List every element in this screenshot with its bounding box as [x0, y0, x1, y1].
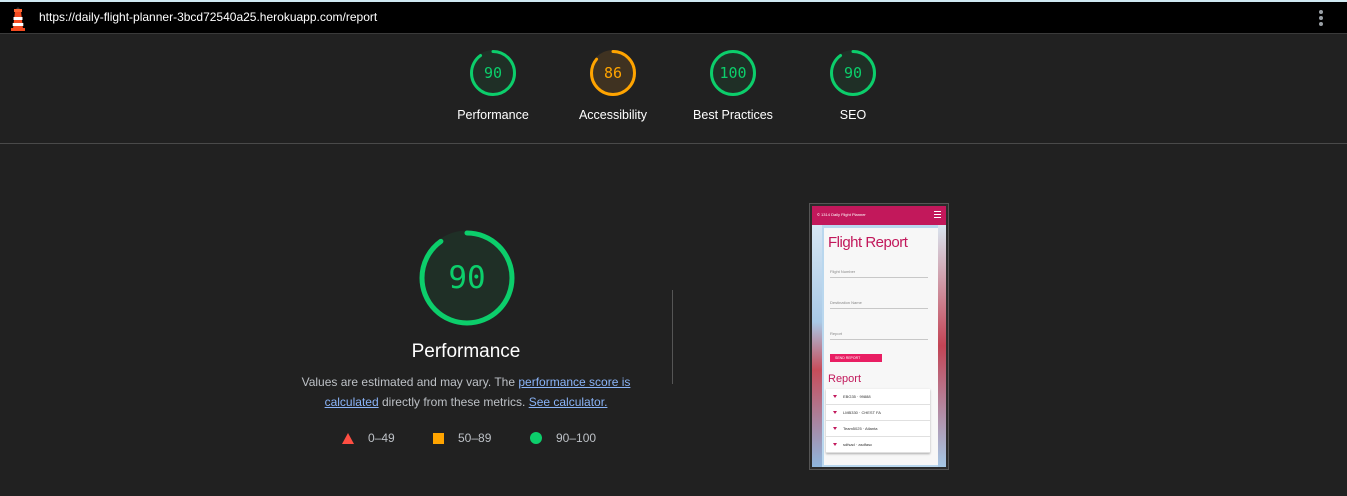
phone-screenshot: © 1314 Daily Flight Planner Flight Repor…: [812, 206, 946, 467]
chevron-down-icon: [833, 395, 837, 398]
square-icon: [433, 432, 444, 444]
chevron-down-icon: [833, 411, 837, 414]
field-destination: Destination Name: [830, 300, 928, 309]
gauge-score: 90: [844, 64, 862, 82]
final-screenshot[interactable]: © 1314 Daily Flight Planner Flight Repor…: [809, 203, 949, 470]
chevron-down-icon: [833, 443, 837, 446]
lighthouse-icon: [11, 7, 25, 31]
legend-range: 90–100: [556, 431, 597, 445]
see-calculator-link[interactable]: See calculator.: [529, 395, 608, 409]
app-bar: © 1314 Daily Flight Planner: [812, 206, 946, 225]
performance-title: Performance: [411, 341, 521, 362]
send-report-button: SEND REPORT: [830, 354, 882, 362]
gauge-score: 90: [484, 64, 502, 82]
list-item: EBG35 · 99888: [826, 389, 930, 405]
legend-average: 50–89: [433, 431, 491, 445]
gauge-ring: 86: [590, 50, 636, 96]
gauge-score: 100: [719, 64, 746, 82]
list-item-text: LMB330 · CHEST FA: [843, 410, 881, 415]
gauge-performance[interactable]: 90 Performance: [433, 48, 553, 122]
list-item: sdfsad · asdfasc: [826, 437, 930, 453]
gauge-best-practices[interactable]: 100 Best Practices: [673, 48, 793, 122]
triangle-icon: [342, 432, 354, 444]
gauge-label: Accessibility: [578, 108, 648, 122]
list-item-text: Team5025 · Atlanta: [843, 426, 878, 431]
report-list: EBG35 · 99888 LMB330 · CHEST FA Team5025…: [826, 389, 930, 453]
gauge-label: Performance: [457, 108, 529, 122]
list-item: Team5025 · Atlanta: [826, 421, 930, 437]
list-item-text: EBG35 · 99888: [843, 394, 871, 399]
kebab-menu-icon[interactable]: [1313, 8, 1329, 28]
field-report: Report: [830, 331, 928, 340]
divider: [672, 290, 673, 384]
app-title: © 1314 Daily Flight Planner: [817, 212, 866, 217]
legend-range: 0–49: [368, 431, 395, 445]
background-image: [812, 225, 822, 467]
field-flight-number: Flight Number: [830, 269, 928, 278]
desc-prefix: Values are estimated and may vary. The: [301, 375, 519, 389]
circle-icon: [530, 432, 542, 444]
gauge-seo[interactable]: 90 SEO: [793, 48, 913, 122]
gauge-label: SEO: [839, 108, 867, 122]
gauge-ring: 100: [710, 50, 756, 96]
gauge-score: 86: [604, 64, 622, 82]
url-text[interactable]: https://daily-flight-planner-3bcd72540a2…: [39, 10, 377, 24]
list-item: LMB330 · CHEST FA: [826, 405, 930, 421]
gauge-ring: 90: [470, 50, 516, 96]
performance-description: Values are estimated and may vary. The p…: [290, 372, 642, 412]
list-item-text: sdfsad · asdfasc: [843, 442, 873, 447]
gauge-accessibility[interactable]: 86 Accessibility: [553, 48, 673, 122]
gauge-score: 90: [448, 260, 485, 296]
performance-gauge-ring: 90: [419, 230, 515, 326]
summary-gauges: 90 Performance 86 Accessibility 100 Best…: [0, 34, 1347, 144]
browser-topbar: https://daily-flight-planner-3bcd72540a2…: [0, 0, 1347, 34]
legend-range: 50–89: [458, 431, 492, 445]
chevron-down-icon: [833, 427, 837, 430]
form-card: Flight Report Flight Number Destination …: [824, 228, 938, 465]
report-heading: Report: [828, 373, 862, 385]
performance-gauge: 90: [397, 228, 537, 333]
legend-pass: 90–100: [530, 431, 596, 445]
background-image: [938, 225, 946, 467]
gauge-ring: 90: [830, 50, 876, 96]
gauge-label: Best Practices: [693, 108, 773, 122]
legend-fail: 0–49: [342, 431, 395, 445]
hamburger-icon: [934, 211, 941, 218]
form-heading: Flight Report: [828, 234, 908, 251]
desc-middle: directly from these metrics.: [378, 395, 529, 409]
